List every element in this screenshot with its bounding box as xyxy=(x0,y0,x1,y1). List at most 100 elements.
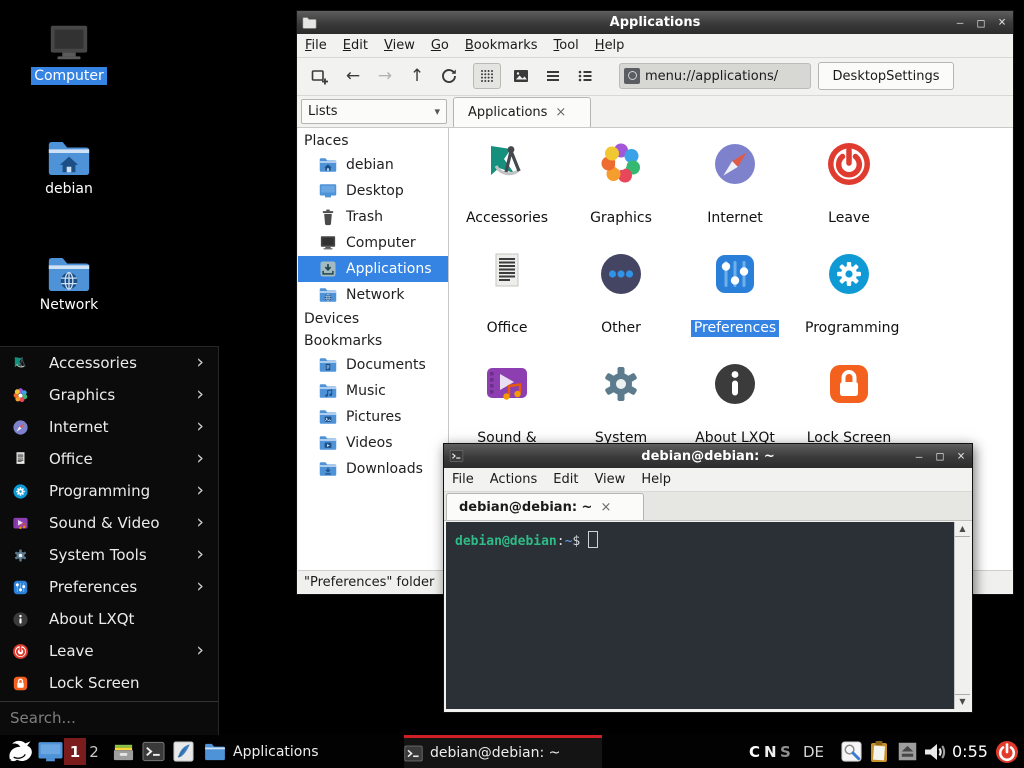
taskbar: 1 2 Applications debian@debian: ~ C N S … xyxy=(0,735,1024,768)
show-desktop-button[interactable] xyxy=(37,735,64,768)
minimize-button[interactable] xyxy=(954,16,966,29)
menu-bookmarks[interactable]: Bookmarks xyxy=(457,34,546,57)
app-category-leave[interactable]: Leave xyxy=(792,140,906,250)
menu-item-preferences[interactable]: Preferences xyxy=(0,571,218,603)
tab-terminal[interactable]: debian@debian: ~ xyxy=(446,493,644,520)
start-menu-button[interactable] xyxy=(5,735,32,768)
menu-item-programming[interactable]: Programming xyxy=(0,475,218,507)
sidebar-item-videos[interactable]: Videos xyxy=(298,430,448,456)
caps-lock-indicator[interactable]: C xyxy=(749,735,760,768)
tray-volume-icon[interactable] xyxy=(922,735,946,768)
sidebar-item-computer[interactable]: Computer xyxy=(298,230,448,256)
fm-titlebar[interactable]: Applications xyxy=(297,11,1013,34)
app-category-preferences[interactable]: Preferences xyxy=(678,250,792,360)
menu-item-graphics[interactable]: Graphics xyxy=(0,379,218,411)
workspace-1-button[interactable]: 1 xyxy=(64,738,86,765)
sidebar-item-music[interactable]: Music xyxy=(298,378,448,404)
clock[interactable]: 0:55 xyxy=(952,735,988,768)
desktop-icon-computer[interactable]: Computer xyxy=(27,22,111,85)
up-button[interactable]: ↑ xyxy=(403,63,431,89)
task-button-terminal[interactable]: debian@debian: ~ xyxy=(404,735,602,768)
terminal-screen[interactable]: debian@debian:~$ xyxy=(446,522,955,709)
back-button[interactable]: ← xyxy=(339,63,367,89)
quicklaunch-featherpad[interactable] xyxy=(172,735,195,768)
tab-close-icon[interactable] xyxy=(600,500,611,515)
new-tab-button[interactable] xyxy=(305,63,333,89)
tray-screenshot-icon[interactable] xyxy=(840,735,863,768)
menu-item-about-lxqt[interactable]: About LXQt xyxy=(0,603,218,635)
task-button-applications[interactable]: Applications xyxy=(204,735,402,768)
terminal-scrollbar[interactable] xyxy=(954,522,970,709)
thumbnail-view-button[interactable] xyxy=(507,63,535,89)
tray-removable-media-icon[interactable] xyxy=(897,735,918,768)
menu-view[interactable]: View xyxy=(586,468,633,491)
address-bar[interactable]: menu://applications/ xyxy=(619,63,811,89)
about-icon xyxy=(12,611,29,628)
tab-applications[interactable]: Applications xyxy=(453,97,591,127)
menu-help[interactable]: Help xyxy=(633,468,679,491)
close-button[interactable] xyxy=(996,15,1008,30)
maximize-button[interactable] xyxy=(934,449,946,463)
home-folder-icon xyxy=(319,156,337,174)
sidebar-item-documents[interactable]: Documents xyxy=(298,352,448,378)
terminal-icon xyxy=(142,740,165,763)
lists-combobox[interactable]: Lists xyxy=(301,99,447,124)
menu-item-sound-video[interactable]: Sound & Video xyxy=(0,507,218,539)
sidebar-item-applications[interactable]: Applications xyxy=(298,256,448,282)
app-category-office[interactable]: Office xyxy=(450,250,564,360)
menu-item-internet[interactable]: Internet xyxy=(0,411,218,443)
app-category-programming[interactable]: Programming xyxy=(792,250,906,360)
maximize-button[interactable] xyxy=(975,16,987,30)
icon-view-button[interactable] xyxy=(473,63,501,89)
sidebar-item-pictures[interactable]: Pictures xyxy=(298,404,448,430)
reload-button[interactable] xyxy=(435,63,463,89)
desktop-settings-button[interactable]: DesktopSettings xyxy=(818,62,954,90)
menu-actions[interactable]: Actions xyxy=(482,468,546,491)
window-title: debian@debian: ~ xyxy=(444,449,972,464)
tab-close-icon[interactable] xyxy=(555,105,566,120)
menu-edit[interactable]: Edit xyxy=(335,34,376,57)
detailed-view-button[interactable] xyxy=(571,63,599,89)
menu-file[interactable]: File xyxy=(444,468,482,491)
menu-item-office[interactable]: Office xyxy=(0,443,218,475)
sidebar-item-debian[interactable]: debian xyxy=(298,152,448,178)
quicklaunch-file-manager[interactable] xyxy=(112,735,135,768)
keyboard-layout-indicator[interactable]: DE xyxy=(803,735,824,768)
menu-go[interactable]: Go xyxy=(423,34,457,57)
desktop-icon-debian[interactable]: debian xyxy=(27,140,111,198)
menu-item-lock-screen[interactable]: Lock Screen xyxy=(0,667,218,699)
tray-clipboard-icon[interactable] xyxy=(867,735,891,768)
sidebar-item-downloads[interactable]: Downloads xyxy=(298,456,448,482)
num-lock-indicator[interactable]: N xyxy=(764,735,777,768)
app-category-internet[interactable]: Internet xyxy=(678,140,792,250)
compact-view-button[interactable] xyxy=(539,63,567,89)
menu-search-field[interactable]: Search... xyxy=(0,701,218,733)
desktop-icon-label: Computer xyxy=(31,67,107,85)
leave-button[interactable] xyxy=(995,735,1019,768)
workspace-2-button[interactable]: 2 xyxy=(86,735,102,768)
menu-view[interactable]: View xyxy=(376,34,423,57)
scroll-up-icon[interactable] xyxy=(955,522,970,537)
app-category-other[interactable]: Other xyxy=(564,250,678,360)
menu-item-leave[interactable]: Leave xyxy=(0,635,218,667)
menu-tool[interactable]: Tool xyxy=(546,34,587,57)
minimize-button[interactable] xyxy=(913,450,925,463)
menu-edit[interactable]: Edit xyxy=(545,468,586,491)
scroll-down-icon[interactable] xyxy=(955,694,970,709)
scroll-lock-indicator[interactable]: S xyxy=(780,735,791,768)
app-category-graphics[interactable]: Graphics xyxy=(564,140,678,250)
close-button[interactable] xyxy=(955,449,967,464)
desktop-icon-network[interactable]: Network xyxy=(27,256,111,314)
terminal-titlebar[interactable]: debian@debian: ~ xyxy=(444,444,972,468)
menu-help[interactable]: Help xyxy=(587,34,633,57)
menu-item-accessories[interactable]: Accessories xyxy=(0,347,218,379)
sidebar-item-network[interactable]: Network xyxy=(298,282,448,308)
app-category-accessories[interactable]: Accessories xyxy=(450,140,564,250)
forward-button[interactable]: → xyxy=(371,63,399,89)
sidebar-item-trash[interactable]: Trash xyxy=(298,204,448,230)
sidebar-item-desktop[interactable]: Desktop xyxy=(298,178,448,204)
prompt-user: debian@debian xyxy=(455,534,557,549)
menu-file[interactable]: File xyxy=(297,34,335,57)
menu-item-system-tools[interactable]: System Tools xyxy=(0,539,218,571)
quicklaunch-terminal[interactable] xyxy=(142,735,165,768)
